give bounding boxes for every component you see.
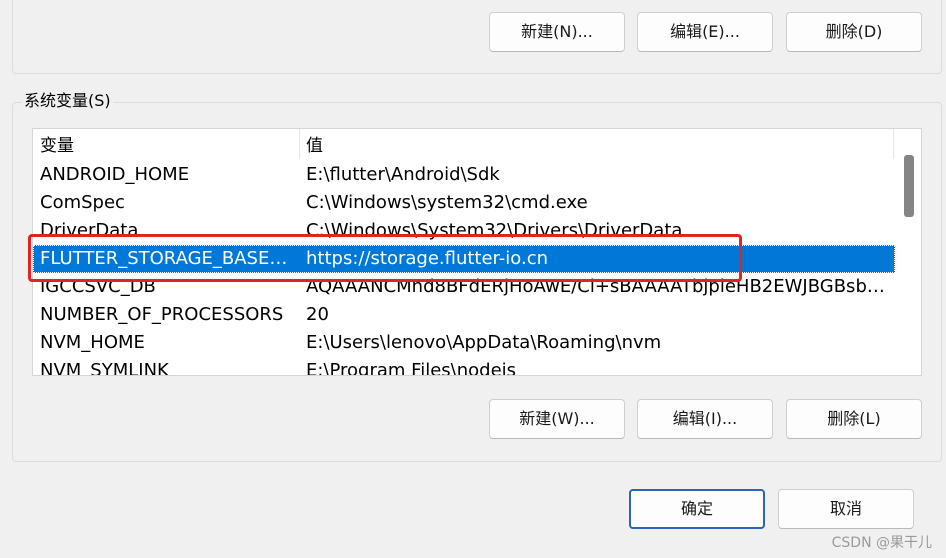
variable-name: ComSpec — [40, 192, 125, 213]
table-row[interactable]: IGCCSVC_DB AQAAANCMnd8BFdERjHoAwE/Cl+sBA… — [33, 273, 895, 301]
system-variables-title: 系统变量(S) — [22, 90, 113, 112]
variable-name: FLUTTER_STORAGE_BASE_U... — [40, 248, 296, 269]
system-edit-button[interactable]: 编辑(I)... — [637, 399, 773, 439]
table-row[interactable]: NVM_SYMLINK E:\Program Files\nodejs — [33, 357, 895, 376]
variable-name: NVM_SYMLINK — [40, 360, 169, 376]
variable-name: IGCCSVC_DB — [40, 276, 156, 297]
table-row[interactable]: ComSpec C:\Windows\system32\cmd.exe — [33, 189, 895, 217]
variable-value: E:\Users\lenovo\AppData\Roaming\nvm — [306, 332, 662, 353]
ok-button[interactable]: 确定 — [629, 489, 765, 529]
variable-name: NUMBER_OF_PROCESSORS — [40, 304, 284, 325]
variable-value: 20 — [306, 304, 329, 325]
variable-value: https://storage.flutter-io.cn — [306, 248, 549, 269]
system-delete-button[interactable]: 删除(L) — [786, 399, 922, 439]
vertical-scrollbar[interactable] — [895, 129, 921, 375]
watermark: CSDN @果干儿 — [831, 535, 932, 551]
variable-value: AQAAANCMnd8BFdERjHoAwE/Cl+sBAAAATbjpieHB… — [306, 276, 888, 297]
user-delete-button[interactable]: 删除(D) — [786, 12, 922, 52]
variable-value: C:\Windows\System32\Drivers\DriverData — [306, 220, 683, 241]
column-header-value[interactable]: 值 — [306, 131, 323, 161]
variable-name: NVM_HOME — [40, 332, 145, 353]
scrollbar-thumb[interactable] — [904, 155, 914, 217]
table-row[interactable]: NUMBER_OF_PROCESSORS 20 — [33, 301, 895, 329]
variable-value: C:\Windows\system32\cmd.exe — [306, 192, 588, 213]
system-new-button[interactable]: 新建(W)... — [489, 399, 625, 439]
variable-name: ANDROID_HOME — [40, 164, 190, 185]
cancel-button[interactable]: 取消 — [778, 489, 914, 529]
list-header: 变量 值 — [33, 129, 895, 159]
list-rows: ANDROID_HOME E:\flutter\Android\Sdk ComS… — [33, 161, 895, 376]
variable-name: DriverData — [40, 220, 139, 241]
variable-value: E:\flutter\Android\Sdk — [306, 164, 500, 185]
column-separator[interactable] — [299, 129, 300, 159]
column-header-variable[interactable]: 变量 — [40, 131, 74, 161]
user-new-button[interactable]: 新建(N)... — [489, 12, 625, 52]
table-row[interactable]: DriverData C:\Windows\System32\Drivers\D… — [33, 217, 895, 245]
table-row[interactable]: ANDROID_HOME E:\flutter\Android\Sdk — [33, 161, 895, 189]
table-row-selected[interactable]: FLUTTER_STORAGE_BASE_U... https://storag… — [33, 245, 895, 273]
user-edit-button[interactable]: 编辑(E)... — [637, 12, 773, 52]
variable-value: E:\Program Files\nodejs — [306, 360, 517, 376]
table-row[interactable]: NVM_HOME E:\Users\lenovo\AppData\Roaming… — [33, 329, 895, 357]
column-separator — [893, 129, 894, 159]
system-variables-list[interactable]: 变量 值 ANDROID_HOME E:\flutter\Android\Sdk… — [32, 128, 922, 376]
